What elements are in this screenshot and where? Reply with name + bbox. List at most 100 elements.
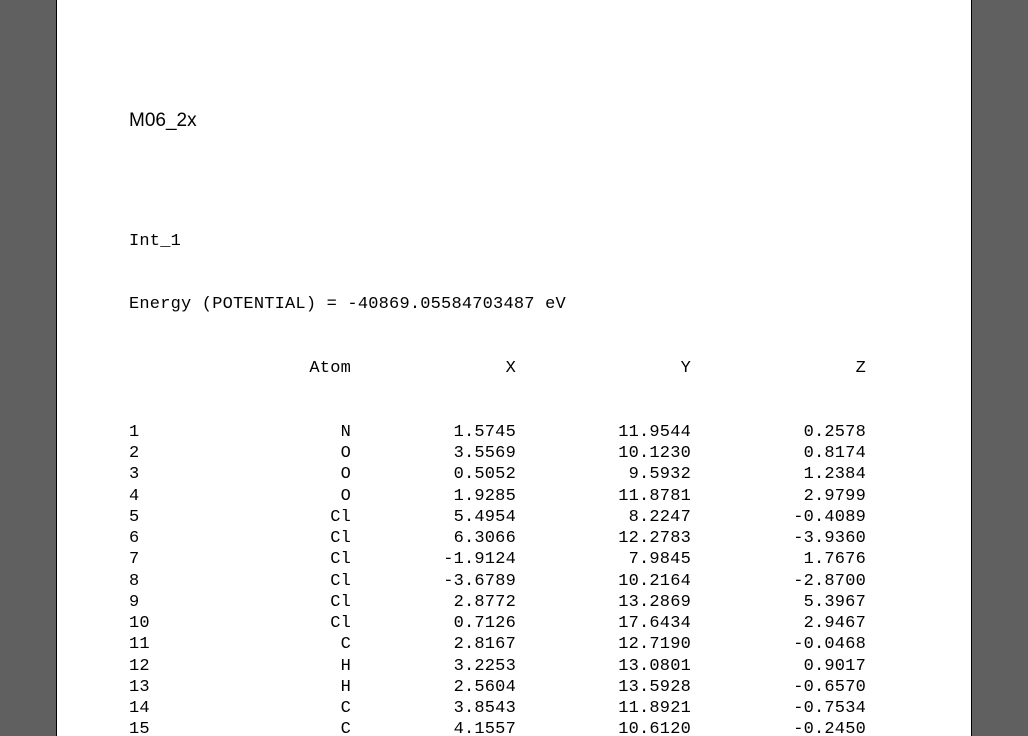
cell-y: 12.2783 (516, 528, 691, 549)
cell-atom: C (309, 634, 351, 655)
table-header-row: Atom X Y Z (129, 358, 899, 379)
cell-z: -0.2450 (691, 719, 866, 736)
cell-z: 0.9017 (691, 656, 866, 677)
table-row: 10Cl0.712617.64342.9467 (129, 613, 899, 634)
cell-x: 2.8167 (351, 634, 516, 655)
table-body: 1N1.574511.95440.25782O3.556910.12300.81… (129, 422, 899, 736)
cell-x: -1.9124 (351, 549, 516, 570)
cell-z: -0.4089 (691, 507, 866, 528)
cell-y: 10.1230 (516, 443, 691, 464)
cell-index: 8 (129, 571, 309, 592)
cell-x: 1.5745 (351, 422, 516, 443)
cell-z: 5.3967 (691, 592, 866, 613)
cell-y: 11.8781 (516, 486, 691, 507)
cell-x: 3.2253 (351, 656, 516, 677)
cell-index: 15 (129, 719, 309, 736)
cell-index: 9 (129, 592, 309, 613)
cell-x: 3.5569 (351, 443, 516, 464)
cell-atom: O (309, 486, 351, 507)
cell-x: 0.5052 (351, 464, 516, 485)
cell-atom: Cl (309, 549, 351, 570)
cell-y: 9.5932 (516, 464, 691, 485)
cell-atom: C (309, 719, 351, 736)
table-row: 9Cl2.877213.28695.3967 (129, 592, 899, 613)
cell-index: 4 (129, 486, 309, 507)
cell-atom: Cl (309, 613, 351, 634)
cell-atom: Cl (309, 592, 351, 613)
header-y: Y (516, 358, 691, 379)
table-row: 13H2.560413.5928-0.6570 (129, 677, 899, 698)
cell-y: 13.0801 (516, 656, 691, 677)
table-row: 2O3.556910.12300.8174 (129, 443, 899, 464)
page-title: M06_2x (129, 110, 899, 132)
table-row: 7Cl-1.91247.98451.7676 (129, 549, 899, 570)
cell-x: 3.8543 (351, 698, 516, 719)
table-row: 12H3.225313.08010.9017 (129, 656, 899, 677)
header-atom: Atom (129, 358, 351, 379)
header-z: Z (691, 358, 866, 379)
cell-z: 1.7676 (691, 549, 866, 570)
cell-atom: C (309, 698, 351, 719)
header-x: X (351, 358, 516, 379)
cell-z: -0.0468 (691, 634, 866, 655)
cell-atom: Cl (309, 507, 351, 528)
cell-x: 1.9285 (351, 486, 516, 507)
cell-atom: Cl (309, 571, 351, 592)
cell-atom: O (309, 443, 351, 464)
cell-index: 2 (129, 443, 309, 464)
cell-y: 13.5928 (516, 677, 691, 698)
table-row: 5Cl5.49548.2247-0.4089 (129, 507, 899, 528)
cell-index: 12 (129, 656, 309, 677)
table-row: 6Cl6.306612.2783-3.9360 (129, 528, 899, 549)
cell-z: 0.2578 (691, 422, 866, 443)
cell-index: 10 (129, 613, 309, 634)
table-row: 8Cl-3.678910.2164-2.8700 (129, 571, 899, 592)
cell-z: 2.9799 (691, 486, 866, 507)
cell-y: 12.7190 (516, 634, 691, 655)
document-page: M06_2x Int_1 Energy (POTENTIAL) = -40869… (56, 0, 972, 736)
cell-atom: H (309, 677, 351, 698)
cell-z: -3.9360 (691, 528, 866, 549)
cell-x: -3.6789 (351, 571, 516, 592)
cell-y: 10.2164 (516, 571, 691, 592)
table-row: 14C3.854311.8921-0.7534 (129, 698, 899, 719)
cell-atom: H (309, 656, 351, 677)
cell-z: -0.6570 (691, 677, 866, 698)
cell-x: 2.8772 (351, 592, 516, 613)
cell-index: 11 (129, 634, 309, 655)
table-row: 3O0.50529.59321.2384 (129, 464, 899, 485)
table-row: 11C2.816712.7190-0.0468 (129, 634, 899, 655)
cell-y: 10.6120 (516, 719, 691, 736)
cell-atom: Cl (309, 528, 351, 549)
cell-x: 4.1557 (351, 719, 516, 736)
cell-y: 11.8921 (516, 698, 691, 719)
section-name: Int_1 (129, 231, 899, 252)
table-row: 4O1.928511.87812.9799 (129, 486, 899, 507)
cell-x: 0.7126 (351, 613, 516, 634)
table-row: 15C4.155710.6120-0.2450 (129, 719, 899, 736)
cell-atom: N (309, 422, 351, 443)
cell-index: 13 (129, 677, 309, 698)
cell-x: 6.3066 (351, 528, 516, 549)
cell-y: 7.9845 (516, 549, 691, 570)
cell-index: 5 (129, 507, 309, 528)
cell-index: 3 (129, 464, 309, 485)
cell-index: 7 (129, 549, 309, 570)
cell-y: 8.2247 (516, 507, 691, 528)
cell-z: 2.9467 (691, 613, 866, 634)
cell-index: 1 (129, 422, 309, 443)
table-row: 1N1.574511.95440.2578 (129, 422, 899, 443)
document-content: Int_1 Energy (POTENTIAL) = -40869.055847… (129, 188, 899, 736)
cell-index: 6 (129, 528, 309, 549)
cell-y: 13.2869 (516, 592, 691, 613)
cell-x: 5.4954 (351, 507, 516, 528)
cell-z: -0.7534 (691, 698, 866, 719)
cell-z: -2.8700 (691, 571, 866, 592)
cell-z: 1.2384 (691, 464, 866, 485)
cell-x: 2.5604 (351, 677, 516, 698)
cell-atom: O (309, 464, 351, 485)
cell-index: 14 (129, 698, 309, 719)
cell-y: 17.6434 (516, 613, 691, 634)
energy-line: Energy (POTENTIAL) = -40869.05584703487 … (129, 294, 899, 315)
cell-y: 11.9544 (516, 422, 691, 443)
